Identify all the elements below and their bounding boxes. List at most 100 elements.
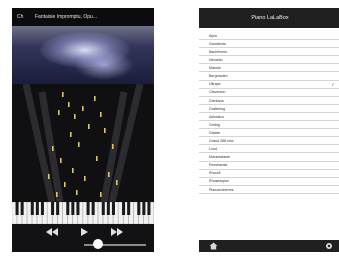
black-key	[127, 202, 131, 215]
list-item-label: Rhoseacpiw	[209, 179, 229, 184]
falling-note	[100, 112, 102, 117]
gear-icon[interactable]	[325, 242, 333, 250]
light-glow-secondary	[74, 50, 134, 80]
falling-note	[68, 102, 70, 107]
list-item[interactable]: Bergmaden	[199, 72, 339, 81]
black-key	[106, 202, 110, 215]
list-item[interactable]: Graftering	[199, 105, 339, 113]
list-item-label: Grhbig	[209, 122, 220, 127]
list-item-label: Bergmaden	[209, 74, 228, 79]
list-title: Piano LaLaBox	[251, 15, 289, 21]
falling-note	[76, 190, 78, 195]
piano-keys	[12, 201, 154, 225]
black-key	[86, 202, 90, 215]
list-item[interactable]: Pianoexisterms	[199, 186, 339, 194]
list-item[interactable]: Marantataste	[199, 153, 339, 162]
falling-note	[96, 156, 98, 161]
falling-note	[94, 96, 96, 101]
black-key	[56, 202, 60, 215]
song-title: Fantaisie Impromptu, Opu...	[35, 14, 97, 20]
falling-note	[70, 132, 72, 137]
playback-controls	[12, 224, 154, 252]
list-item-label: Gierkana	[209, 98, 224, 103]
player-screen: Ch Fantaisie Impromptu, Opu...	[12, 8, 154, 252]
list-item[interactable]: Claverdon	[199, 89, 339, 97]
falling-note	[52, 146, 54, 151]
list-item[interactable]: Alpin	[199, 32, 339, 41]
black-key	[101, 202, 105, 215]
piano-keyboard	[12, 201, 154, 225]
black-key	[142, 202, 146, 215]
list-item-label: Glawte	[209, 130, 221, 135]
black-key	[30, 202, 34, 215]
list-item[interactable]: Rhoudi	[199, 170, 339, 178]
list-item[interactable]: Grhbig	[199, 121, 339, 130]
falling-note	[60, 158, 62, 163]
list-header: Piano LaLaBox	[199, 8, 339, 28]
background-art	[12, 26, 154, 84]
fast-forward-icon[interactable]	[110, 227, 124, 237]
list-item-label: Claverdon	[209, 90, 226, 95]
falling-note	[62, 92, 64, 97]
list-item-label: Graftering	[209, 106, 225, 111]
list-item[interactable]: Grand 288 smc	[199, 137, 339, 146]
list-screen: Piano LaLaBox Alpin Gaudienta Bachfimers Ne…	[199, 8, 339, 252]
list-item[interactable]: Gaudienta	[199, 40, 339, 49]
list-item[interactable]: Nemetto	[199, 56, 339, 65]
list-item-label: Bachfimers	[209, 49, 227, 54]
list-item-label: Ultrape	[209, 82, 221, 87]
list-item-label: Reecharale	[209, 163, 228, 168]
falling-note	[56, 192, 58, 197]
home-icon[interactable]	[209, 242, 218, 250]
black-key	[40, 202, 44, 215]
instrument-list: Alpin Gaudienta Bachfimers Nemetto Manole Ber…	[199, 32, 339, 194]
list-item[interactable]: Ultrape ✓	[199, 81, 339, 89]
list-item-label: Alpin	[209, 33, 217, 38]
black-key	[122, 202, 126, 215]
black-key	[20, 202, 24, 215]
bottom-bar	[199, 240, 339, 252]
player-header: Ch Fantaisie Impromptu, Opu...	[12, 8, 154, 26]
list-item[interactable]: Glawte	[199, 129, 339, 138]
falling-note	[104, 128, 106, 133]
falling-note	[88, 124, 90, 129]
black-key	[91, 202, 95, 215]
list-item-label: Astrealco	[209, 114, 224, 119]
falling-note	[84, 176, 86, 181]
checkmark-icon: ✓	[331, 81, 335, 87]
list-item[interactable]: Bachfimers	[199, 48, 339, 57]
falling-note	[82, 106, 84, 111]
progress-slider-knob[interactable]	[92, 239, 103, 249]
falling-note	[100, 192, 102, 197]
black-key	[137, 202, 141, 215]
falling-note	[78, 142, 80, 147]
black-key	[51, 202, 55, 215]
rewind-icon[interactable]	[45, 227, 59, 237]
black-key	[66, 202, 70, 215]
note-stage	[22, 83, 144, 203]
falling-note	[108, 172, 110, 177]
list-item[interactable]: Manole	[199, 64, 339, 73]
black-key	[111, 202, 115, 215]
list-item-label: Grand 288 smc	[209, 139, 234, 144]
falling-note	[72, 168, 74, 173]
falling-note	[58, 110, 60, 115]
list-item-label: Marantataste	[209, 155, 230, 160]
black-key	[15, 202, 19, 215]
black-key	[71, 202, 75, 215]
list-item[interactable]: Lond	[199, 145, 339, 154]
list-item-label: Nemetto	[209, 58, 223, 63]
falling-note	[48, 174, 50, 179]
black-key	[35, 202, 39, 215]
falling-note	[74, 114, 76, 119]
falling-notes-area	[12, 83, 154, 203]
back-button[interactable]: Ch	[17, 14, 31, 20]
list-item-label: Pianoexisterms	[209, 187, 234, 192]
list-item[interactable]: Gierkana	[199, 97, 339, 105]
black-key	[147, 202, 151, 215]
play-icon[interactable]	[77, 227, 91, 237]
list-item[interactable]: Reecharale	[199, 162, 339, 170]
falling-note	[112, 144, 114, 149]
list-item[interactable]: Rhoseacpiw	[199, 178, 339, 186]
list-item[interactable]: Astrealco	[199, 113, 339, 122]
